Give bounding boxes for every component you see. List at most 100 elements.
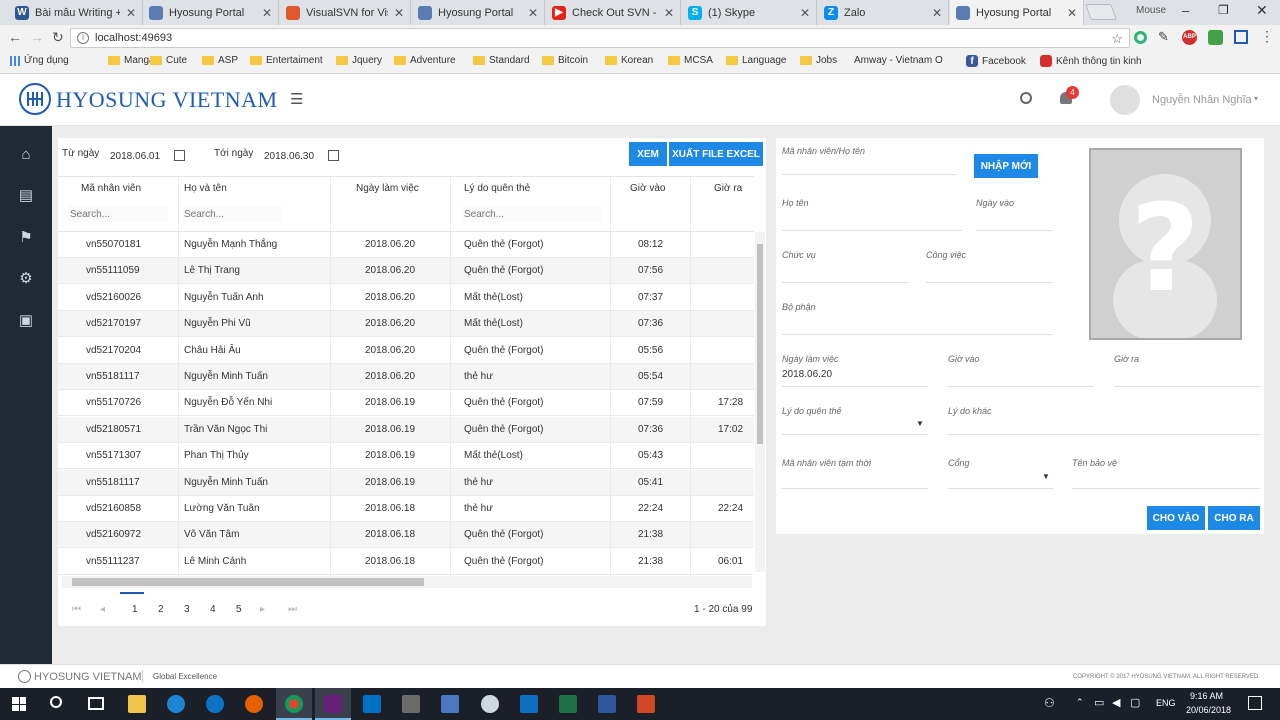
close-icon[interactable]: ✕: [800, 6, 810, 20]
browser-tab[interactable]: S (1) Skype ✕: [682, 0, 817, 25]
table-row[interactable]: vn55111059 Lê Thị Trang 2018.06.20 Quên thẻ…: [58, 258, 754, 285]
bookmark-item[interactable]: Jquery: [336, 55, 382, 66]
column-header-time-out[interactable]: Giờ ra: [714, 183, 742, 194]
column-header-workday[interactable]: Ngày làm việc: [356, 183, 419, 194]
dropdown-arrow-icon[interactable]: ▼: [1042, 472, 1050, 481]
server-icon[interactable]: [441, 695, 459, 713]
page-number[interactable]: 4: [210, 604, 216, 615]
vs-code-icon[interactable]: [520, 695, 538, 713]
column-header-time-in[interactable]: Giờ vào: [630, 183, 665, 194]
join-date-input[interactable]: [976, 230, 1052, 231]
last-page-icon[interactable]: ⏭: [288, 604, 297, 615]
calendar-icon[interactable]: [328, 150, 339, 161]
table-row[interactable]: vd52170204 Châu Hải Âu 2018.06.20 Quên thẻ …: [58, 338, 754, 364]
search-full-name[interactable]: [182, 206, 282, 222]
clock-time[interactable]: 9:16 AM: [1190, 691, 1223, 701]
gate-select[interactable]: [948, 488, 1054, 489]
page-number[interactable]: 2: [158, 604, 164, 615]
close-icon[interactable]: ✕: [1067, 6, 1077, 20]
chevron-down-icon[interactable]: ▾: [1254, 94, 1258, 103]
browser-tab[interactable]: Hyosung Portal ✕: [143, 0, 279, 25]
table-row[interactable]: vd52170197 Nguyễn Phi Vũ 2018.06.20 Mất thẻ…: [58, 311, 754, 338]
bookmark-item[interactable]: Amway - Vietnam O: [850, 55, 943, 66]
guard-input[interactable]: [1072, 488, 1260, 489]
powerpoint-icon[interactable]: [637, 695, 655, 713]
view-button[interactable]: XEM: [629, 142, 667, 166]
chrome-menu-icon[interactable]: ⋮: [1260, 28, 1274, 45]
file-explorer-icon[interactable]: [128, 695, 146, 713]
table-row[interactable]: vn55170726 Nguyễn Đỗ Yến Nhi 2018.06.19 Quê…: [58, 390, 754, 417]
message-icon[interactable]: ▢: [1130, 696, 1140, 709]
tools-icon[interactable]: [402, 695, 420, 713]
column-header-full-name[interactable]: Họ và tên: [184, 183, 227, 194]
close-window-button[interactable]: ✕: [1256, 2, 1268, 19]
scroll-thumb[interactable]: [757, 244, 763, 444]
dropdown-arrow-icon[interactable]: ▼: [916, 419, 924, 428]
address-bar[interactable]: i localhost:49693 ☆: [70, 28, 1130, 48]
chrome-icon[interactable]: [285, 695, 303, 713]
let-in-button[interactable]: CHO VÀO: [1147, 506, 1205, 530]
search-icon[interactable]: [1020, 92, 1032, 104]
table-row[interactable]: vn55181117 Nguyễn Minh Tuấn 2018.06.20 thẻ …: [58, 364, 754, 390]
let-out-button[interactable]: CHO RA: [1208, 506, 1260, 530]
reload-icon[interactable]: ↻: [52, 29, 64, 46]
task-view-icon[interactable]: [88, 697, 104, 710]
export-excel-button[interactable]: XUẤT FILE EXCEL: [669, 142, 763, 166]
table-row[interactable]: vd52160972 Võ Văn Tâm 2018.06.18 Quên thẻ (…: [58, 522, 754, 549]
table-row[interactable]: vn55070181 Nguyễn Mạnh Thắng 2018.06.20 Quê…: [58, 232, 754, 258]
gear-icon[interactable]: ⚙: [17, 270, 35, 288]
bookmark-item[interactable]: Ứng dụng: [10, 55, 69, 66]
bookmark-item[interactable]: Bitcoin: [542, 55, 588, 66]
close-icon[interactable]: ✕: [528, 6, 538, 20]
reason-select[interactable]: [782, 434, 928, 435]
bookmark-item[interactable]: MCSA: [668, 55, 713, 66]
page-number[interactable]: 5: [236, 604, 242, 615]
clock-date[interactable]: 20/06/2018: [1186, 705, 1231, 715]
vertical-scrollbar[interactable]: [755, 232, 765, 572]
forward-icon[interactable]: →: [30, 29, 44, 45]
column-header-reason[interactable]: Lý do quên thẻ: [464, 183, 530, 194]
new-entry-button[interactable]: NHẬP MỚI: [974, 154, 1038, 178]
new-tab-button[interactable]: [1085, 4, 1117, 20]
search-icon[interactable]: [50, 696, 62, 708]
close-icon[interactable]: ✕: [664, 6, 674, 20]
hamburger-menu-icon[interactable]: ☰: [290, 90, 303, 108]
bookmark-item[interactable]: ASP: [202, 55, 238, 66]
bookmark-item[interactable]: f Facebook: [966, 55, 1026, 67]
close-icon[interactable]: ✕: [932, 6, 942, 20]
temp-id-input[interactable]: [782, 488, 928, 489]
bookmark-item[interactable]: Language: [726, 55, 787, 66]
bookmark-star-icon[interactable]: ☆: [1111, 30, 1123, 48]
minimize-button[interactable]: –: [1182, 3, 1189, 18]
table-row[interactable]: vn55171307 Phan Thị Thủy 2018.06.19 Mất thẻ…: [58, 443, 754, 470]
other-reason-input[interactable]: [948, 434, 1260, 435]
first-page-icon[interactable]: ⏮: [72, 604, 81, 615]
user-name[interactable]: Nguyễn Nhân Nghĩa: [1152, 94, 1252, 106]
extension-tool-icon[interactable]: ✎: [1158, 29, 1169, 45]
from-date-input[interactable]: 2018.06.01: [110, 151, 160, 162]
calendar-icon[interactable]: [174, 150, 185, 161]
bookmark-item[interactable]: Cute: [150, 55, 187, 66]
department-input[interactable]: [782, 334, 1052, 335]
adblock-icon[interactable]: ABP: [1182, 30, 1197, 45]
bookmark-item[interactable]: Manga: [108, 55, 155, 66]
browser-tab[interactable]: Hyosung Portal ✕: [950, 0, 1084, 25]
prev-page-icon[interactable]: ◂: [100, 604, 105, 615]
bookmark-item[interactable]: Jobs: [800, 55, 837, 66]
outlook-icon[interactable]: [363, 695, 381, 713]
word-icon[interactable]: [598, 695, 616, 713]
workday-value[interactable]: 2018.06.20: [782, 369, 832, 380]
bookmark-item[interactable]: Kênh thông tin kinh: [1040, 55, 1142, 67]
extension-green-icon[interactable]: [1208, 30, 1223, 45]
search-reason[interactable]: [462, 206, 602, 222]
browser-tab[interactable]: Z Zalo ✕: [818, 0, 949, 25]
table-row[interactable]: vd52160858 Lường Văn Tuân 2018.06.18 thẻ hư…: [58, 496, 754, 522]
table-row[interactable]: vn55111237 Lê Minh Cảnh 2018.06.18 Quên thẻ…: [58, 549, 754, 575]
position-input[interactable]: [782, 282, 908, 283]
edge-icon[interactable]: [206, 695, 224, 713]
employee-input[interactable]: [782, 174, 956, 175]
name-input[interactable]: [782, 230, 962, 231]
document-icon[interactable]: ▣: [17, 312, 35, 330]
search-employee-id[interactable]: [68, 206, 168, 222]
page-number[interactable]: 1: [132, 604, 138, 615]
